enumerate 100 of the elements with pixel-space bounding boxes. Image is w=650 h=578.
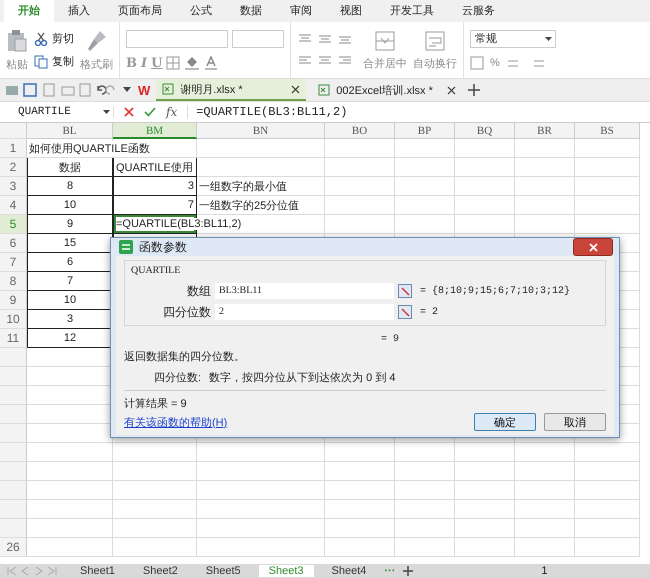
- app-logo[interactable]: W: [138, 82, 150, 98]
- cut-button[interactable]: 剪切: [52, 31, 74, 46]
- borders-icon[interactable]: [166, 56, 180, 70]
- ribbon-tab[interactable]: 数据: [226, 0, 276, 22]
- row-header[interactable]: [0, 481, 27, 500]
- ribbon-tab[interactable]: 页面布局: [104, 0, 176, 22]
- argument-input[interactable]: 2: [215, 304, 394, 320]
- column-header[interactable]: BS: [575, 123, 640, 139]
- row-header[interactable]: 26: [0, 538, 27, 557]
- row-header[interactable]: 8: [0, 272, 27, 291]
- cancel-button[interactable]: 取消: [544, 413, 606, 431]
- add-sheet-icon[interactable]: [403, 566, 414, 576]
- row-header[interactable]: 1: [0, 139, 27, 158]
- table-cell: [515, 139, 575, 158]
- sheet-tab[interactable]: Sheet1: [70, 565, 125, 577]
- argument-label: 四分位数: [162, 304, 211, 320]
- row-header[interactable]: [0, 367, 27, 386]
- row-header[interactable]: 9: [0, 291, 27, 310]
- row-header[interactable]: [0, 500, 27, 519]
- percent-button[interactable]: %: [490, 57, 500, 69]
- cell-text: 10: [64, 294, 76, 306]
- column-header[interactable]: BL: [27, 123, 113, 139]
- copy-button[interactable]: 复制: [52, 54, 74, 69]
- help-link[interactable]: 有关该函数的帮助(H): [124, 414, 228, 430]
- close-icon[interactable]: [447, 86, 456, 94]
- table-cell: [575, 462, 640, 481]
- ok-button[interactable]: 确定: [474, 413, 536, 431]
- column-header[interactable]: BR: [515, 123, 575, 139]
- scissors-icon[interactable]: [34, 32, 48, 46]
- paste-button[interactable]: 粘贴: [6, 56, 28, 72]
- caret-icon: [545, 37, 552, 41]
- ribbon-tab[interactable]: 开发工具: [376, 0, 448, 22]
- column-header[interactable]: BO: [325, 123, 395, 139]
- brush-icon[interactable]: [86, 28, 108, 52]
- close-icon[interactable]: [291, 84, 300, 94]
- number-format-dropdown[interactable]: 常规: [470, 30, 556, 48]
- cell-text: 数据: [59, 160, 81, 174]
- column-header[interactable]: BQ: [455, 123, 515, 139]
- merge-center-button[interactable]: 合并居中: [363, 56, 407, 70]
- sheet-tab[interactable]: Sheet2: [132, 565, 188, 577]
- cell-text: 3: [66, 313, 74, 325]
- format-painter-button[interactable]: 格式刷: [80, 56, 113, 72]
- wrap-text-button[interactable]: 自动换行: [413, 56, 457, 70]
- row-header[interactable]: [0, 443, 27, 462]
- new-tab-icon[interactable]: [468, 84, 480, 96]
- table-cell: [395, 481, 455, 500]
- font-name-dropdown[interactable]: [126, 30, 228, 48]
- table-cell: [325, 500, 395, 519]
- table-cell: [455, 500, 515, 519]
- row-header[interactable]: 11: [0, 329, 27, 348]
- close-button[interactable]: [573, 238, 613, 256]
- row-header[interactable]: 5: [0, 215, 27, 234]
- cell-text: 如何使用QUARTILE函数: [29, 140, 150, 156]
- row-header[interactable]: [0, 386, 27, 405]
- range-picker-icon[interactable]: [398, 284, 412, 298]
- ribbon-tab[interactable]: 开始: [4, 0, 54, 22]
- row-header[interactable]: [0, 424, 27, 443]
- confirm-icon[interactable]: [144, 107, 156, 117]
- dropdown-icon[interactable]: [122, 86, 132, 94]
- sheet-tab[interactable]: Sheet3: [258, 565, 314, 577]
- column-header[interactable]: BP: [395, 123, 455, 139]
- range-picker-icon[interactable]: [398, 305, 412, 319]
- row-header[interactable]: 2: [0, 158, 27, 177]
- ribbon-tab[interactable]: 插入: [54, 0, 104, 22]
- row-header[interactable]: 4: [0, 196, 27, 215]
- ribbon-tab[interactable]: 视图: [326, 0, 376, 22]
- name-box[interactable]: QUARTILE: [0, 106, 114, 118]
- column-header[interactable]: BN: [197, 123, 325, 139]
- row-header[interactable]: 6: [0, 234, 27, 253]
- row-header[interactable]: [0, 462, 27, 481]
- row-header[interactable]: [0, 348, 27, 367]
- document-tab[interactable]: 002Excel培训.xlsx *: [312, 79, 462, 101]
- row-header[interactable]: 7: [0, 253, 27, 272]
- fill-bucket-icon[interactable]: [184, 56, 200, 70]
- table-cell: [455, 462, 515, 481]
- insert-function-button[interactable]: fx: [166, 105, 178, 119]
- font-size-dropdown[interactable]: [232, 30, 284, 48]
- row-header[interactable]: 10: [0, 310, 27, 329]
- row-header[interactable]: [0, 519, 27, 538]
- argument-input[interactable]: BL3:BL11: [215, 283, 394, 299]
- ribbon-tab[interactable]: 公式: [176, 0, 226, 22]
- column-header[interactable]: BM: [113, 123, 197, 139]
- font-color-icon[interactable]: [204, 56, 218, 70]
- table-cell: [575, 158, 640, 177]
- document-tab[interactable]: 谢明月.xlsx *: [156, 79, 306, 101]
- row-header[interactable]: [0, 405, 27, 424]
- ribbon-tab[interactable]: 云服务: [448, 0, 509, 22]
- sheet-tab[interactable]: Sheet5: [196, 565, 251, 577]
- cancel-icon[interactable]: [124, 107, 134, 117]
- copy-icon[interactable]: [34, 54, 48, 68]
- quick-access-icons[interactable]: [4, 83, 116, 97]
- ribbon-tab[interactable]: 审阅: [276, 0, 326, 22]
- cell-text: QUARTILE使用: [116, 160, 193, 174]
- formula-input[interactable]: =QUARTILE(BL3:BL11,2): [187, 105, 650, 119]
- select-all-corner[interactable]: [0, 123, 27, 139]
- sheet-tab[interactable]: Sheet4: [322, 565, 376, 577]
- clipboard-icon[interactable]: [6, 28, 28, 52]
- wrap-text-icon[interactable]: [424, 30, 446, 52]
- row-header[interactable]: 3: [0, 177, 27, 196]
- merge-cells-icon[interactable]: [374, 30, 396, 52]
